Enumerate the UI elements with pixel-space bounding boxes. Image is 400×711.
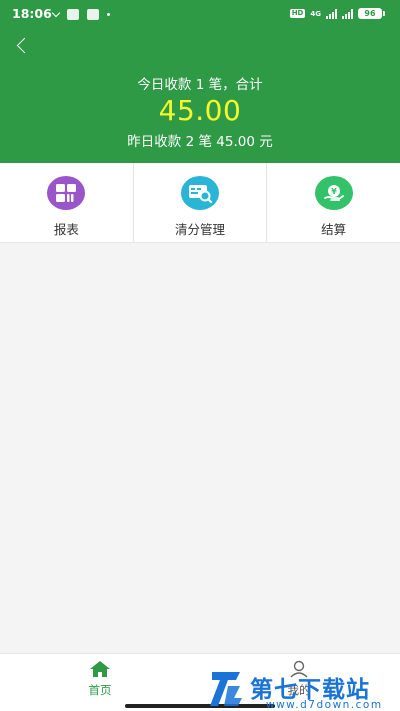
notification-icons [51, 8, 110, 20]
more-dot-icon [107, 13, 110, 16]
today-amount: 45.00 [158, 94, 242, 127]
report-label: 报表 [53, 222, 79, 237]
hd-badge: HD [289, 9, 306, 18]
settlement-button[interactable]: ¥ 结算 [267, 163, 400, 242]
yesterday-summary: 昨日收款 2 笔 45.00 元 [127, 134, 273, 150]
card-search-icon [181, 176, 219, 210]
svg-text:¥: ¥ [331, 187, 337, 196]
report-button[interactable]: 报表 [0, 163, 134, 242]
status-bar: 18:06 HD 4G 96 [0, 0, 400, 28]
settlement-label: 结算 [321, 222, 347, 237]
signal-icon [326, 8, 337, 19]
clearing-management-button[interactable]: 清分管理 [134, 163, 268, 242]
battery-icon: 96 [358, 8, 385, 19]
signal-icon [342, 8, 353, 19]
app-notification-icon [67, 9, 79, 20]
settlement-icon: ¥ [314, 176, 353, 210]
watermark-logo [210, 672, 242, 706]
tab-home[interactable]: 首页 [60, 660, 140, 698]
clearing-management-label: 清分管理 [175, 222, 226, 237]
watermark: 第七下载站 www.d7down.com [206, 668, 394, 711]
network-type: 4G [310, 9, 321, 18]
report-grid-icon [47, 176, 86, 210]
action-grid: 报表 清分管理 ¥ 结算 [0, 163, 400, 243]
status-indicators: HD 4G 96 [289, 8, 385, 19]
app-notification-icon [87, 9, 99, 20]
home-icon [90, 661, 110, 677]
main-content-area [0, 243, 400, 653]
today-summary: 今日收款 1 笔，合计 [137, 77, 263, 93]
status-time: 18:06 [12, 6, 52, 21]
back-arrow-icon[interactable] [16, 38, 30, 52]
summary-header: 18:06 HD 4G 96 今日收款 1 笔，合计 45.00 昨日收款 2 … [0, 0, 400, 163]
tab-home-label: 首页 [88, 683, 112, 697]
watermark-url: www.d7down.com [266, 699, 383, 711]
chevron-down-icon [51, 8, 61, 18]
